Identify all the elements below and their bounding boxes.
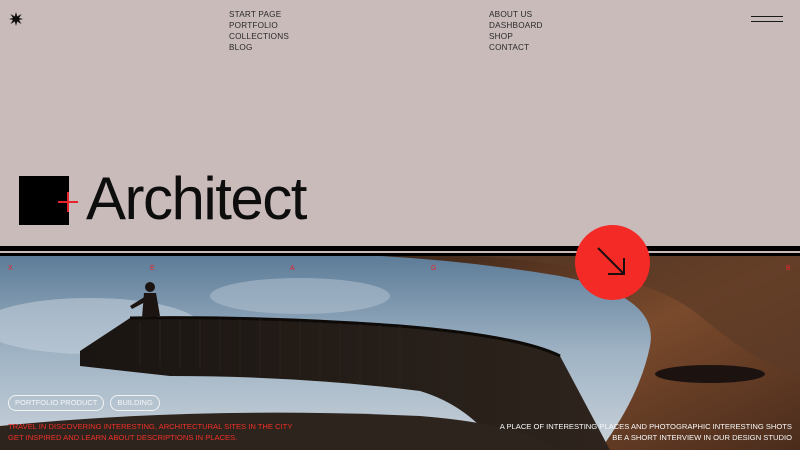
arrow-down-right-icon bbox=[597, 247, 625, 275]
menu-line bbox=[751, 16, 783, 18]
nav-link-portfolio[interactable]: PORTFOLIO bbox=[229, 20, 289, 31]
intro-text: TRAVEL IN DISCOVERING INTERESTING, ARCHI… bbox=[8, 421, 292, 443]
nav-link-start-page[interactable]: START PAGE bbox=[229, 9, 289, 20]
nav-link-blog[interactable]: BLOG bbox=[229, 42, 289, 53]
letter-markers: X E A G B bbox=[0, 265, 800, 275]
marker-letter: B bbox=[786, 265, 791, 272]
scroll-down-button[interactable] bbox=[575, 225, 650, 300]
tagline-line: BE A SHORT INTERVIEW IN OUR DESIGN STUDI… bbox=[612, 433, 792, 442]
page-title: Architect bbox=[86, 165, 307, 232]
tagline-line: A PLACE OF INTERESTING PLACES AND PHOTOG… bbox=[499, 422, 792, 431]
marker-letter: G bbox=[431, 265, 437, 272]
nav-right: ABOUT US DASHBOARD SHOP CONTACT bbox=[489, 9, 543, 53]
tag-list: PORTFOLIO PRODUCT BUILDING bbox=[8, 395, 160, 411]
marker-letter: X bbox=[8, 265, 13, 272]
marker-letter: A bbox=[290, 265, 295, 272]
menu-line bbox=[751, 21, 783, 23]
plus-icon bbox=[58, 192, 78, 212]
intro-line: GET INSPIRED AND LEARN ABOUT DESCRIPTION… bbox=[8, 433, 238, 442]
intro-line: TRAVEL IN DISCOVERING INTERESTING, ARCHI… bbox=[8, 422, 293, 431]
nav-link-about-us[interactable]: ABOUT US bbox=[489, 9, 543, 20]
hamburger-icon[interactable] bbox=[751, 16, 783, 24]
starburst-icon[interactable] bbox=[9, 12, 23, 26]
nav-link-collections[interactable]: COLLECTIONS bbox=[229, 31, 289, 42]
marker-letter: E bbox=[150, 265, 155, 272]
divider bbox=[0, 246, 800, 251]
nav-link-contact[interactable]: CONTACT bbox=[489, 42, 543, 53]
nav-link-dashboard[interactable]: DASHBOARD bbox=[489, 20, 543, 31]
tag-building[interactable]: BUILDING bbox=[110, 395, 160, 411]
nav-left: START PAGE PORTFOLIO COLLECTIONS BLOG bbox=[229, 9, 289, 53]
nav-link-shop[interactable]: SHOP bbox=[489, 31, 543, 42]
tagline-text: A PLACE OF INTERESTING PLACES AND PHOTOG… bbox=[500, 421, 792, 443]
tag-portfolio-product[interactable]: PORTFOLIO PRODUCT bbox=[8, 395, 105, 411]
